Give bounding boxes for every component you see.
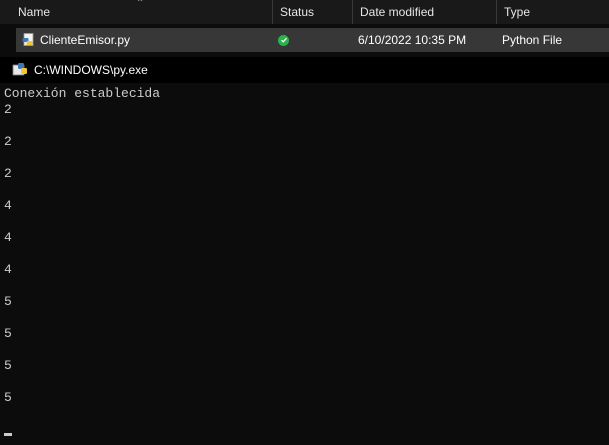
console-line: 5	[4, 294, 12, 309]
console-line: 2	[4, 166, 12, 181]
column-header-name-label: Name	[18, 5, 51, 19]
column-header-status-label: Status	[280, 5, 315, 19]
console-output[interactable]: Conexión establecida 2 2 2 4 4 4 5 5 5 5	[0, 84, 609, 445]
console-line: Conexión establecida	[4, 86, 161, 101]
console-line: 4	[4, 198, 12, 213]
column-divider[interactable]	[272, 0, 273, 24]
file-date-modified: 6/10/2022 10:35 PM	[358, 33, 467, 47]
console-line: 2	[4, 134, 12, 149]
console-line: 5	[4, 358, 12, 373]
file-status-cell	[272, 34, 352, 46]
column-header-type[interactable]: Type	[496, 0, 609, 24]
sort-chevron-icon: ⌃	[136, 0, 145, 9]
console-line: 2	[4, 102, 12, 117]
column-header-status[interactable]: Status	[272, 0, 352, 24]
column-header-date-label: Date modified	[360, 5, 435, 19]
python-file-icon	[22, 33, 36, 47]
python-launcher-icon	[12, 62, 28, 78]
column-header-date-modified[interactable]: Date modified	[352, 0, 496, 24]
column-divider[interactable]	[496, 0, 497, 24]
file-row-clienteemisor[interactable]: ClienteEmisor.py 6/10/2022 10:35 PM Pyth…	[16, 28, 609, 52]
column-header-name[interactable]: ⌃ Name	[0, 0, 272, 24]
text-cursor	[4, 433, 12, 436]
console-line: 5	[4, 326, 12, 341]
column-divider[interactable]	[352, 0, 353, 24]
column-header-type-label: Type	[504, 5, 531, 19]
console-line: 4	[4, 262, 12, 277]
console-titlebar[interactable]: C:\WINDOWS\py.exe	[0, 57, 609, 83]
details-header: ⌃ Name Status Date modified Type	[0, 0, 609, 24]
file-name: ClienteEmisor.py	[40, 33, 131, 47]
console-line: 5	[4, 390, 12, 405]
console-title: C:\WINDOWS\py.exe	[34, 63, 148, 77]
synced-check-icon	[278, 34, 289, 46]
file-name-cell: ClienteEmisor.py	[16, 33, 272, 47]
file-type: Python File	[502, 33, 563, 47]
console-line: 4	[4, 230, 12, 245]
